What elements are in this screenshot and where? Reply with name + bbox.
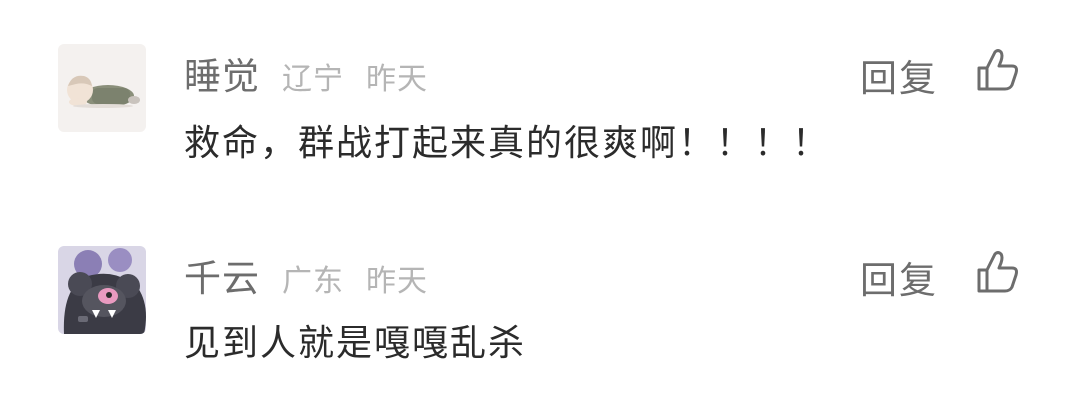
comment-text: 救命，群战打起来真的很爽啊！！！！: [184, 123, 831, 164]
comment-item: 睡觉 辽宁 昨天 回复 救命，群战打起来真的很爽啊！！！！: [0, 0, 1080, 190]
username[interactable]: 千云: [184, 248, 260, 302]
timestamp: 昨天: [366, 264, 428, 299]
timestamp: 昨天: [366, 62, 428, 97]
thumbs-up-icon: [977, 251, 1018, 293]
like-button[interactable]: [974, 248, 1022, 296]
reply-button[interactable]: 回复: [860, 250, 938, 304]
comment-meta: 千云 广东 昨天: [184, 248, 428, 308]
avatar[interactable]: [58, 44, 146, 132]
sleeping-character-avatar-icon: [58, 44, 146, 132]
thumbs-up-icon: [977, 49, 1018, 91]
comment-meta: 睡觉 辽宁 昨天: [184, 46, 428, 106]
comment-item: 千云 广东 昨天 回复 见到人就是嘎嘎乱杀: [0, 202, 1080, 392]
like-button[interactable]: [974, 46, 1022, 94]
region-label: 广东: [282, 264, 344, 299]
avatar[interactable]: [58, 246, 146, 334]
comment-text: 见到人就是嘎嘎乱杀: [184, 323, 527, 364]
region-label: 辽宁: [282, 62, 344, 97]
reply-button[interactable]: 回复: [860, 48, 938, 102]
dark-creature-avatar-icon: [58, 246, 146, 334]
username[interactable]: 睡觉: [184, 46, 260, 100]
